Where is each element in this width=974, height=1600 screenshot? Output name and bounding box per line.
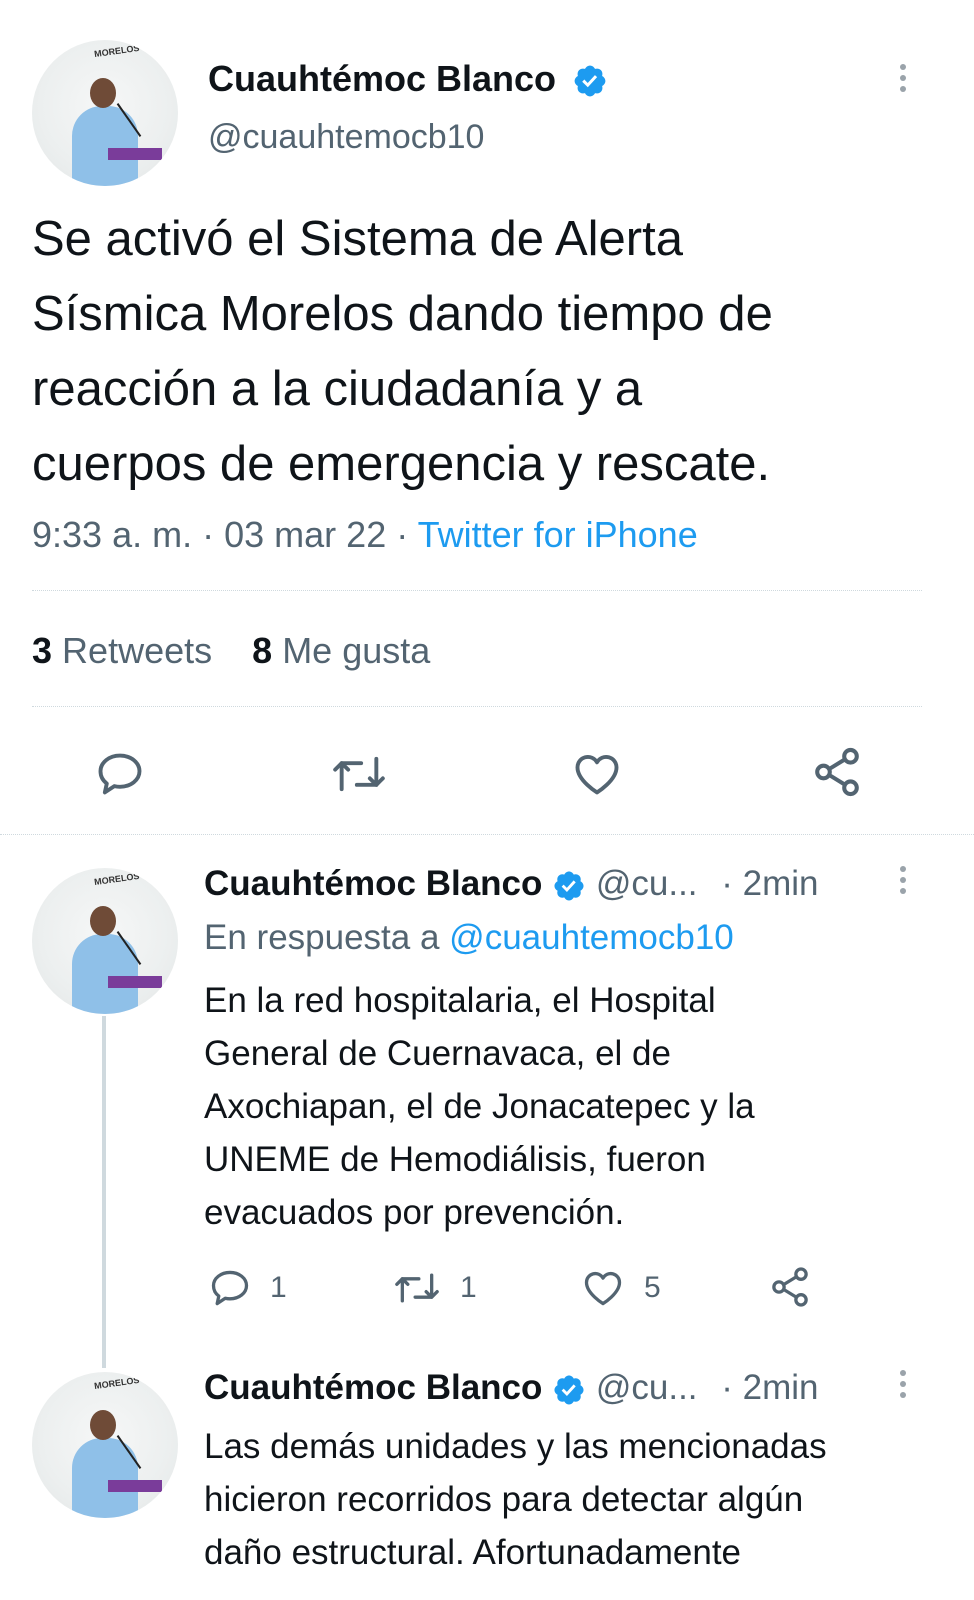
retweets-stat[interactable]: 3 Retweets — [32, 630, 212, 671]
tweet-text: En la red hospitalaria, el Hospital Gene… — [204, 981, 755, 1232]
author-name-row[interactable]: Cuauhtémoc Blanco — [208, 58, 608, 100]
tweet-time[interactable]: 9:33 a. m. — [32, 514, 192, 555]
verified-badge-icon — [574, 66, 606, 97]
author-handle[interactable]: @cu... — [596, 864, 698, 903]
retweet-count: 1 — [460, 1271, 477, 1304]
like-button[interactable] — [570, 748, 624, 800]
author-name[interactable]: Cuauhtémoc Blanco — [204, 1368, 542, 1407]
like-count: 5 — [644, 1271, 661, 1304]
author-name[interactable]: Cuauhtémoc Blanco — [204, 864, 542, 903]
reply-header: Cuauhtémoc Blanco @cu... · 2min — [204, 1368, 819, 1408]
avatar-tag: MORELOS — [93, 1374, 140, 1392]
reply-header: Cuauhtémoc Blanco @cu... · 2min — [204, 864, 819, 904]
divider — [0, 834, 974, 835]
author-avatar[interactable]: MORELOS — [32, 40, 178, 186]
avatar-tag: MORELOS — [93, 42, 140, 60]
in-reply-to: En respuesta a @cuauhtemocb10 — [204, 918, 734, 957]
author-handle[interactable]: @cuauhtemocb10 — [208, 118, 484, 157]
divider — [32, 706, 922, 707]
reply-time[interactable]: · 2min — [721, 864, 818, 903]
like-button[interactable]: 5 — [580, 1266, 661, 1310]
share-button[interactable] — [768, 1264, 812, 1310]
like-icon — [575, 755, 619, 795]
like-icon — [584, 1271, 622, 1306]
reply-count: 1 — [270, 1271, 287, 1304]
retweet-button[interactable]: 1 — [392, 1266, 477, 1310]
tweet-text: Las demás unidades y las mencionadas hic… — [204, 1427, 827, 1572]
divider — [32, 590, 922, 591]
share-button[interactable] — [810, 744, 864, 800]
retweet-icon — [395, 1273, 439, 1303]
retweet-icon — [333, 756, 385, 792]
likes-stat[interactable]: 8 Me gusta — [252, 630, 430, 671]
verified-badge-icon — [554, 1375, 584, 1405]
reply-button[interactable]: 1 — [208, 1266, 287, 1310]
reply-time[interactable]: · 2min — [721, 1368, 818, 1407]
tweet-meta: 9:33 a. m. · 03 mar 22 · Twitter for iPh… — [32, 514, 698, 555]
in-reply-to-handle[interactable]: @cuauhtemocb10 — [449, 918, 734, 957]
tweet-stats: 3 Retweets 8 Me gusta — [32, 630, 430, 672]
share-icon — [815, 747, 859, 797]
retweet-button[interactable] — [330, 748, 388, 800]
author-handle[interactable]: @cu... — [596, 1368, 698, 1407]
author-name[interactable]: Cuauhtémoc Blanco — [208, 58, 556, 99]
verified-badge-icon — [554, 871, 584, 901]
reply-button[interactable] — [94, 748, 146, 800]
more-options-icon[interactable] — [898, 64, 908, 97]
more-options-icon[interactable] — [898, 1370, 908, 1403]
author-avatar[interactable]: MORELOS — [32, 868, 178, 1014]
tweet-text: Se activó el Sistema de Alerta Sísmica M… — [32, 212, 773, 491]
thread-connector-line — [102, 1016, 106, 1368]
avatar-tag: MORELOS — [93, 870, 140, 888]
reply-icon — [98, 753, 142, 795]
reply-icon — [211, 1270, 249, 1306]
author-avatar[interactable]: MORELOS — [32, 1372, 178, 1518]
tweet-source-link[interactable]: Twitter for iPhone — [418, 514, 698, 555]
tweet-date[interactable]: 03 mar 22 — [224, 514, 386, 555]
more-options-icon[interactable] — [898, 866, 908, 899]
share-icon — [772, 1267, 808, 1307]
